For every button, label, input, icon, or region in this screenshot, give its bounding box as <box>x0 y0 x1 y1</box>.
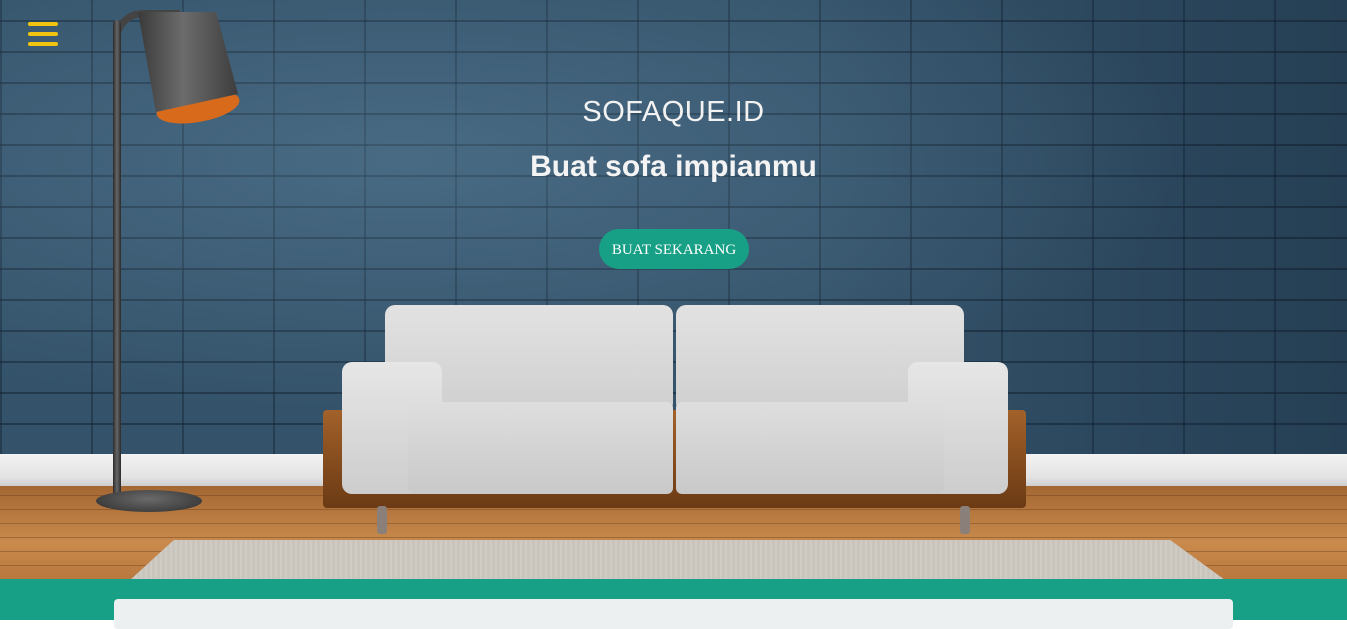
lamp-base <box>96 490 202 512</box>
content-card <box>114 599 1233 629</box>
sofa-leg-right <box>960 506 970 534</box>
hero-section: SOFAQUE.ID Buat sofa impianmu BUAT SEKAR… <box>0 0 1347 580</box>
hamburger-menu-icon <box>28 22 58 26</box>
hamburger-menu-icon-bar <box>28 32 58 36</box>
menu-button[interactable] <box>28 22 60 50</box>
hamburger-menu-icon-bar <box>28 42 58 46</box>
sofa-leg-left <box>377 506 387 534</box>
sofa-seat-cushion-left <box>408 402 673 494</box>
lamp-pole <box>113 20 121 500</box>
sofa-seat-cushion-right <box>676 402 944 494</box>
rug <box>130 540 1225 580</box>
cta-button[interactable]: BUAT SEKARANG <box>599 229 749 269</box>
hero-tagline: Buat sofa impianmu <box>530 150 817 183</box>
site-title: SOFAQUE.ID <box>582 96 765 128</box>
